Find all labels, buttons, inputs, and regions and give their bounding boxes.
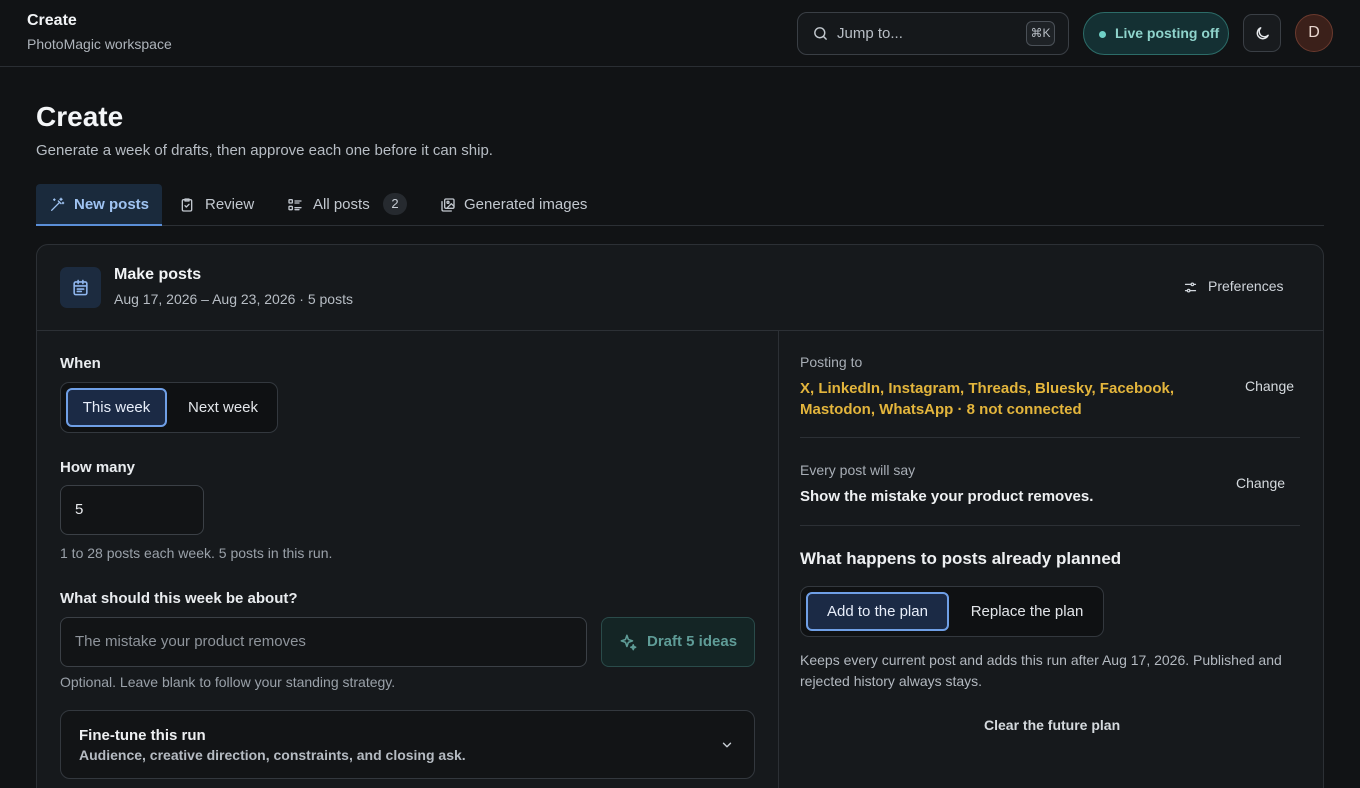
page-title: Create [36,101,124,132]
calendar-badge [60,267,101,308]
images-icon [441,198,455,212]
search-icon [812,25,829,47]
moon-icon [1256,27,1269,40]
every-post-message: Show the mistake your product removes. [800,488,1094,505]
card-date-range: Aug 17, 2026 – Aug 23, 2026 · 5 posts [114,291,353,307]
theme-toggle-button[interactable] [1243,14,1281,52]
avatar[interactable]: D [1295,14,1333,52]
fine-tune-accordion[interactable]: Fine-tune this run Audience, creative di… [60,710,755,779]
change-platforms-button[interactable]: Change [1245,378,1294,394]
post-count-hint: 1 to 28 posts each week. 5 posts in this… [60,545,333,561]
tab-label: Review [205,196,255,213]
tab-new-posts[interactable]: New posts [36,184,162,226]
top-bar: Create PhotoMagic workspace Jump to... ⌘… [0,0,1360,67]
draft-ideas-button[interactable]: Draft 5 ideas [601,617,755,667]
magic-wand-icon [51,197,65,211]
live-posting-label: Live posting off [1115,25,1220,41]
jump-to-search[interactable]: Jump to... ⌘K [797,12,1069,55]
fine-tune-title: Fine-tune this run [79,727,206,744]
clipboard-check-icon [181,198,193,212]
next-week-option[interactable]: Next week [173,388,273,427]
every-post-label: Every post will say [800,462,916,478]
chevron-down-icon [722,742,732,748]
when-segmented-control: This week Next week [60,382,278,433]
tab-label: New posts [74,196,150,213]
list-icon [288,199,302,211]
preferences-label: Preferences [1208,278,1284,294]
card-title: Make posts [114,266,202,283]
workspace-name: PhotoMagic workspace [27,36,172,52]
sparkles-icon [620,634,637,651]
planned-posts-heading: What happens to posts already planned [800,549,1122,568]
add-to-plan-option[interactable]: Add to the plan [806,592,949,631]
section-divider [800,437,1300,438]
topic-label: What should this week be about? [60,590,298,607]
clear-future-plan-button[interactable]: Clear the future plan [984,717,1120,733]
tab-all-posts[interactable]: All posts 2 [287,184,412,226]
shortcut-hint: ⌘K [1026,21,1055,46]
section-divider [800,525,1300,526]
change-message-button[interactable]: Change [1236,475,1285,491]
this-week-option[interactable]: This week [66,388,167,427]
plan-mode-segmented-control: Add to the plan Replace the plan [800,586,1104,637]
replace-plan-option[interactable]: Replace the plan [955,592,1099,631]
card-header: Make posts Aug 17, 2026 – Aug 23, 2026 ·… [37,245,1323,331]
topic-hint: Optional. Leave blank to follow your sta… [60,674,396,690]
live-posting-toggle[interactable]: Live posting off [1083,12,1229,55]
tab-review[interactable]: Review [179,184,269,226]
how-many-label: How many [60,459,136,476]
page-subtitle: Generate a week of drafts, then approve … [36,142,493,159]
search-placeholder: Jump to... [837,25,903,42]
sliders-icon [1184,282,1197,293]
plan-mode-note: Keeps every current post and adds this r… [800,652,1282,689]
tab-label: All posts [313,196,370,213]
make-posts-card: Make posts Aug 17, 2026 – Aug 23, 2026 ·… [36,244,1324,788]
column-divider [778,331,779,788]
topic-input[interactable]: The mistake your product removes [60,617,587,667]
posting-to-label: Posting to [800,354,863,370]
fine-tune-subtitle: Audience, creative direction, constraint… [79,747,466,763]
tab-label: Generated images [464,196,588,213]
tab-bar: New posts Review All posts 2 Generated i… [36,184,1324,226]
platform-list: X, LinkedIn, Instagram, Threads, Bluesky… [800,380,1174,418]
tab-generated-images[interactable]: Generated images [440,184,610,226]
when-label: When [60,355,101,372]
app-title: Create [27,12,77,29]
draft-ideas-label: Draft 5 ideas [647,633,738,650]
count-badge: 2 [383,193,407,215]
calendar-icon [73,279,88,296]
status-dot [1099,31,1106,38]
post-count-input[interactable]: 5 [60,485,204,535]
